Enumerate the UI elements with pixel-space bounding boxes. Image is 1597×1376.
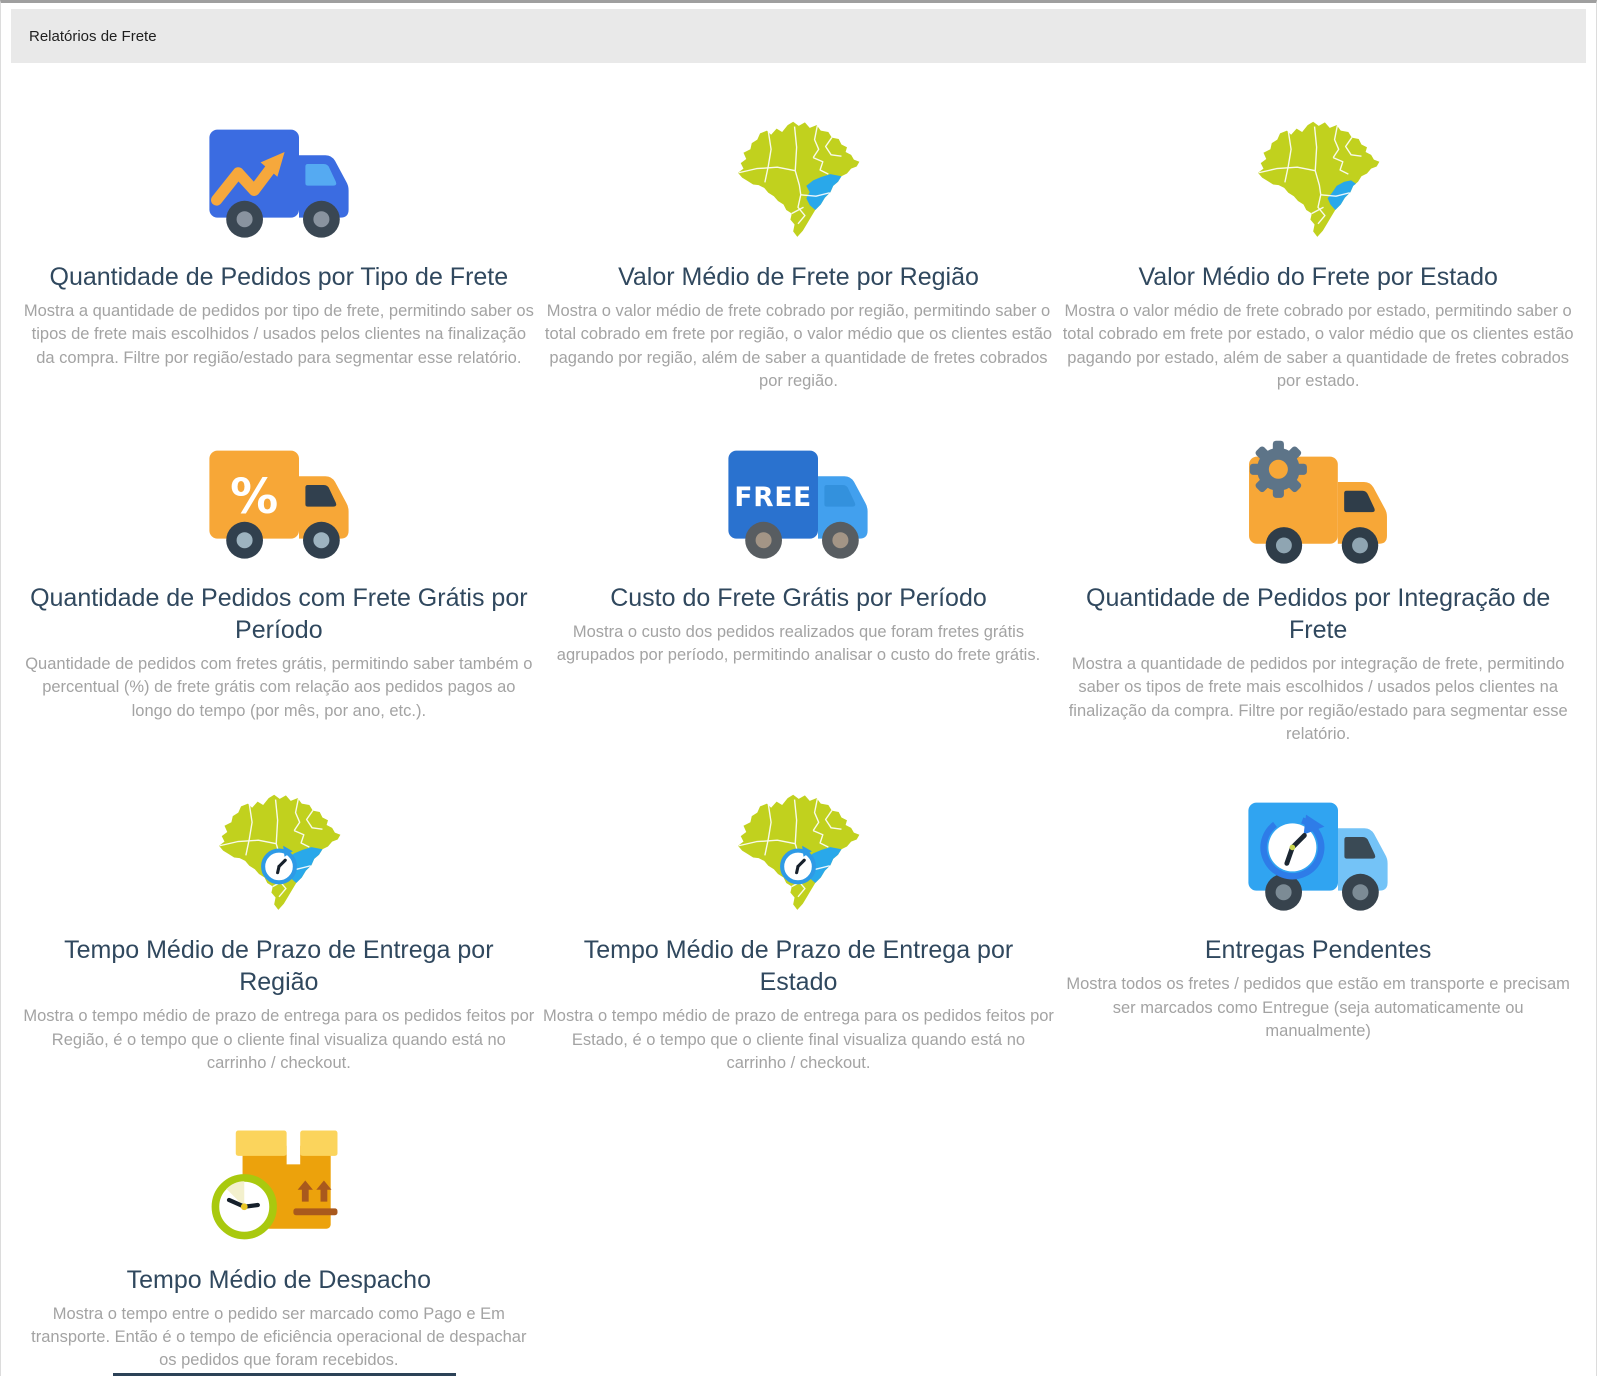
report-title-link[interactable]: Custo do Frete Grátis por Período xyxy=(610,582,987,614)
brazil-map-clock-icon xyxy=(738,795,860,911)
report-title-link[interactable]: Quantidade de Pedidos por Tipo de Frete xyxy=(50,261,509,293)
report-card-avg-delivery-time-state[interactable]: Tempo Médio de Prazo de Entrega por Esta… xyxy=(539,782,1059,1075)
report-title-link[interactable]: Tempo Médio de Prazo de Entrega por Regi… xyxy=(26,934,531,998)
report-description: Mostra o valor médio de frete cobrado po… xyxy=(1062,302,1574,391)
card-icon-wrap xyxy=(1249,109,1387,251)
card-icon-wrap xyxy=(210,782,348,924)
reports-grid: Quantidade de Pedidos por Tipo de Frete … xyxy=(1,63,1596,1376)
card-icon-wrap: % xyxy=(195,430,363,572)
report-card-free-shipping-orders[interactable]: % Quantidade de Pedidos com Frete Grátis… xyxy=(19,430,539,747)
page-header: Relatórios de Frete xyxy=(11,9,1586,63)
report-card-free-shipping-cost[interactable]: FREE Custo do Frete Grátis por Período M… xyxy=(539,430,1059,747)
report-card-pending-deliveries[interactable]: Entregas Pendentes Mostra todos os frete… xyxy=(1058,782,1578,1075)
card-icon-wrap xyxy=(729,109,867,251)
report-card-orders-by-freight-type[interactable]: Quantidade de Pedidos por Tipo de Frete … xyxy=(19,109,539,394)
report-description: Mostra todos os fretes / pedidos que est… xyxy=(1066,975,1570,1041)
report-description: Mostra o tempo médio de prazo de entrega… xyxy=(543,1007,1054,1073)
report-description: Mostra a quantidade de pedidos por tipo … xyxy=(23,302,534,367)
report-card-avg-dispatch-time[interactable]: Tempo Médio de Despacho Mostra o tempo e… xyxy=(19,1112,539,1373)
report-description: Mostra a quantidade de pedidos por integ… xyxy=(1068,654,1568,743)
report-title-link[interactable]: Tempo Médio de Prazo de Entrega por Esta… xyxy=(546,934,1051,998)
box-clock-icon xyxy=(211,1130,338,1240)
card-icon-wrap xyxy=(195,109,363,251)
report-description: Mostra o custo dos pedidos realizados qu… xyxy=(556,622,1041,665)
report-title-link[interactable]: Tempo Médio de Despacho xyxy=(127,1264,431,1296)
page-title: Relatórios de Frete xyxy=(29,27,157,45)
card-icon-wrap: FREE xyxy=(714,430,882,572)
brazil-map-region-icon xyxy=(738,121,860,237)
report-title-link[interactable]: Quantidade de Pedidos por Integração de … xyxy=(1066,582,1571,646)
free-label: FREE xyxy=(735,481,813,512)
percent-label: % xyxy=(230,469,278,525)
report-description: Quantidade de pedidos com fretes grátis,… xyxy=(25,654,533,720)
report-card-avg-freight-by-state[interactable]: Valor Médio do Frete por Estado Mostra o… xyxy=(1058,109,1578,394)
truck-chart-icon xyxy=(209,129,349,238)
truck-percent-icon: % xyxy=(209,450,349,559)
report-description: Mostra o tempo médio de prazo de entrega… xyxy=(23,1007,535,1073)
report-description: Mostra o tempo entre o pedido ser marcad… xyxy=(31,1304,527,1370)
report-card-orders-by-freight-integration[interactable]: Quantidade de Pedidos por Integração de … xyxy=(1058,430,1578,747)
report-description: Mostra o valor médio de frete cobrado po… xyxy=(544,302,1053,391)
truck-free-icon: FREE xyxy=(728,450,869,559)
report-card-avg-delivery-time-region[interactable]: Tempo Médio de Prazo de Entrega por Regi… xyxy=(19,782,539,1075)
truck-pending-clock-icon xyxy=(1248,802,1388,911)
card-icon-wrap xyxy=(1234,782,1402,924)
card-icon-wrap xyxy=(190,1112,368,1254)
brazil-map-clock-icon xyxy=(218,795,341,911)
truck-gear-icon xyxy=(1249,440,1388,564)
freight-reports-page: Relatórios de Frete Quantidade de Pedido… xyxy=(0,0,1597,1376)
brazil-map-state-icon xyxy=(1258,121,1380,237)
report-card-avg-freight-by-region[interactable]: Valor Médio de Frete por Região Mostra o… xyxy=(539,109,1059,394)
report-title-link[interactable]: Valor Médio de Frete por Região xyxy=(618,261,979,293)
card-icon-wrap xyxy=(729,782,867,924)
report-title-link[interactable]: Quantidade de Pedidos com Frete Grátis p… xyxy=(26,582,531,646)
card-icon-wrap xyxy=(1234,430,1402,572)
report-title-link[interactable]: Valor Médio do Frete por Estado xyxy=(1138,261,1497,293)
report-title-link[interactable]: Entregas Pendentes xyxy=(1205,934,1432,966)
